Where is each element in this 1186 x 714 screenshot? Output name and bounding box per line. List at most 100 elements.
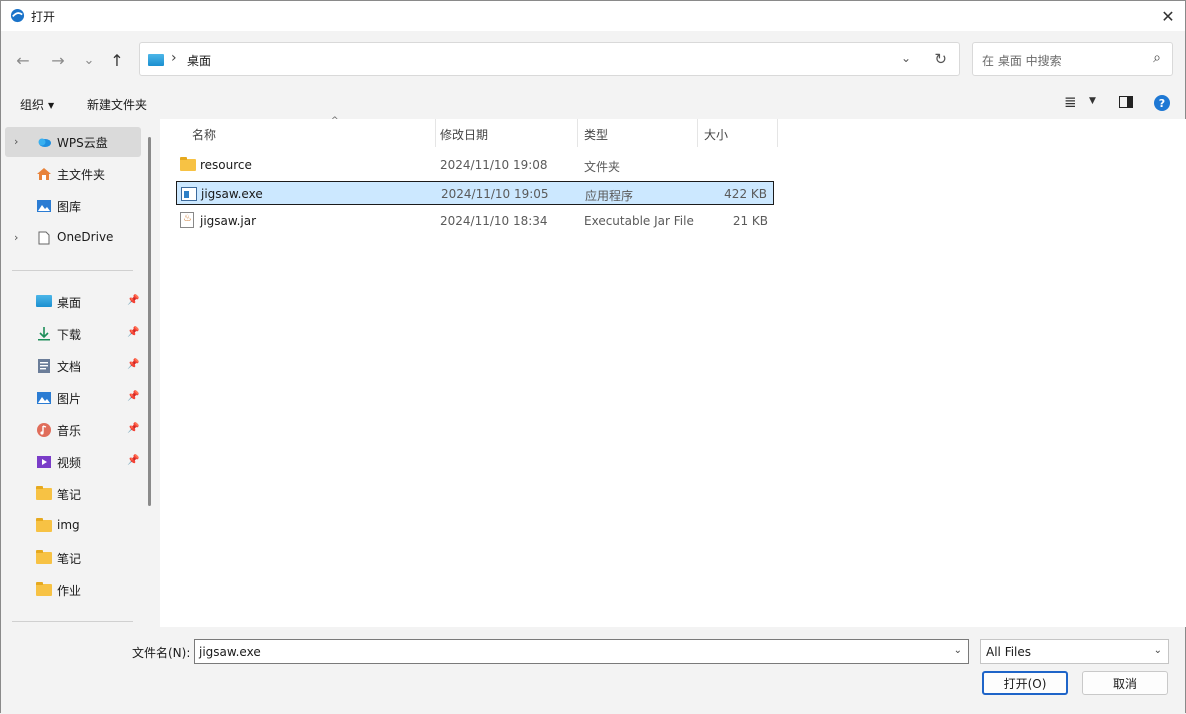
file-list: 名称 ^ 修改日期 类型 大小 resource 2024/11/10 19:0… — [160, 116, 1186, 627]
sidebar-item-label: 桌面 — [57, 296, 82, 310]
sidebar-item-label: 下载 — [57, 328, 82, 342]
gallery-icon — [37, 200, 51, 212]
sidebar-item-documents[interactable]: 文档 📌 — [5, 351, 141, 381]
sidebar-item-home[interactable]: 主文件夹 — [5, 159, 141, 189]
pin-icon: 📌 — [127, 423, 140, 434]
column-header-type[interactable]: 类型 — [578, 119, 698, 147]
column-header-name[interactable]: 名称 ^ — [186, 116, 436, 147]
view-options-icon[interactable]: ≣ — [1064, 93, 1077, 111]
window-title: 打开 — [31, 10, 56, 24]
file-date: 2024/11/10 18:34 — [440, 214, 548, 228]
expand-arrow-icon[interactable]: › — [14, 231, 18, 244]
sidebar-item-label: img — [57, 518, 80, 532]
picture-icon — [37, 392, 51, 404]
chevron-down-icon[interactable]: ⌄ — [954, 645, 962, 656]
search-input[interactable]: 在 桌面 中搜索 ⌕ — [972, 42, 1173, 76]
column-header-size[interactable]: 大小 — [698, 119, 778, 147]
filename-label: 文件名(N): — [132, 646, 191, 660]
sidebar-item-notes[interactable]: 笔记 — [5, 479, 141, 509]
file-name: resource — [200, 158, 252, 172]
sidebar-item-label: WPS云盘 — [57, 136, 108, 150]
file-name: jigsaw.jar — [200, 214, 257, 228]
app-icon — [10, 8, 25, 23]
column-header-date[interactable]: 修改日期 — [434, 119, 578, 147]
sidebar-item-homework[interactable]: 作业 — [5, 575, 141, 605]
onedrive-icon — [38, 231, 50, 245]
search-placeholder: 在 桌面 中搜索 — [982, 54, 1062, 68]
folder-icon — [36, 550, 52, 565]
recent-locations-button[interactable]: ⌄ — [78, 49, 100, 71]
sidebar-item-label: OneDrive — [57, 230, 114, 244]
sidebar-item-pictures[interactable]: 图片 📌 — [5, 383, 141, 413]
file-type-select[interactable]: All Files ⌄ — [980, 639, 1169, 664]
navigation-pane: › WPS云盘 主文件夹 图库 › OneDrive 桌面 📌 下载 📌 文档 … — [1, 119, 149, 627]
column-label: 名称 — [192, 128, 217, 142]
up-arrow-icon: ↑ — [110, 50, 124, 70]
desktop-icon — [148, 54, 164, 66]
help-icon[interactable]: ? — [1154, 95, 1170, 111]
back-button[interactable]: ← — [12, 49, 34, 71]
back-arrow-icon: ← — [16, 50, 30, 70]
address-dropdown-icon[interactable]: ⌄ — [901, 51, 911, 65]
sidebar-item-wps-cloud[interactable]: › WPS云盘 — [5, 127, 141, 157]
organize-label: 组织 — [20, 98, 45, 112]
filename-value[interactable]: jigsaw.exe — [199, 645, 261, 659]
sidebar-item-label: 作业 — [57, 584, 82, 598]
pin-icon: 📌 — [127, 455, 140, 466]
breadcrumb-separator[interactable]: › — [171, 50, 177, 66]
sidebar-scrollbar[interactable] — [148, 137, 151, 506]
sidebar-item-img[interactable]: img — [5, 511, 141, 541]
file-row-jigsaw-exe[interactable]: jigsaw.exe 2024/11/10 19:05 应用程序 422 KB — [176, 181, 774, 205]
pin-icon: 📌 — [127, 391, 140, 402]
column-label: 大小 — [704, 128, 729, 142]
column-label: 类型 — [584, 128, 609, 142]
sidebar-item-desktop[interactable]: 桌面 📌 — [5, 287, 141, 317]
up-button[interactable]: ↑ — [106, 49, 128, 71]
sidebar-item-onedrive[interactable]: › OneDrive — [5, 223, 141, 253]
pin-icon: 📌 — [127, 359, 140, 370]
file-type-value: All Files — [986, 645, 1032, 659]
sidebar-item-label: 笔记 — [57, 552, 82, 566]
folder-icon — [36, 518, 52, 533]
forward-arrow-icon: → — [51, 50, 65, 70]
sidebar-item-videos[interactable]: 视频 📌 — [5, 447, 141, 477]
expand-arrow-icon[interactable]: › — [14, 135, 18, 148]
sidebar-item-label: 图片 — [57, 392, 82, 406]
new-folder-button[interactable]: 新建文件夹 — [87, 96, 147, 113]
organize-button[interactable]: 组织 ▼ — [20, 96, 54, 113]
sidebar-item-downloads[interactable]: 下载 📌 — [5, 319, 141, 349]
cancel-button[interactable]: 取消 — [1082, 671, 1168, 695]
forward-button[interactable]: → — [47, 49, 69, 71]
close-button[interactable]: ✕ — [1151, 1, 1185, 31]
dialog-footer: 文件名(N): jigsaw.exe ⌄ All Files ⌄ 打开(O) 取… — [1, 627, 1185, 714]
open-button[interactable]: 打开(O) — [982, 671, 1068, 695]
filename-input[interactable]: jigsaw.exe ⌄ — [194, 639, 969, 664]
search-icon[interactable]: ⌕ — [1153, 50, 1161, 66]
column-label: 修改日期 — [440, 128, 489, 142]
open-file-dialog: 打开 ✕ ← → ⌄ ↑ › 桌面 ⌄ ↻ 在 桌面 中搜索 ⌕ 组织 ▼ 新建… — [0, 0, 1186, 714]
file-row-resource[interactable]: resource 2024/11/10 19:08 文件夹 — [176, 153, 774, 177]
music-icon — [37, 423, 51, 437]
download-icon — [38, 327, 50, 341]
sidebar-item-label: 图库 — [57, 200, 82, 214]
title-bar: 打开 ✕ — [1, 1, 1185, 31]
sidebar-item-notes-2[interactable]: 笔记 — [5, 543, 141, 573]
file-type: 应用程序 — [585, 189, 634, 203]
sidebar-item-gallery[interactable]: 图库 — [5, 191, 141, 221]
video-icon — [37, 456, 51, 468]
sidebar-item-music[interactable]: 音乐 📌 — [5, 415, 141, 445]
folder-icon — [180, 157, 196, 172]
address-bar[interactable]: › 桌面 ⌄ ↻ — [139, 42, 960, 76]
file-date: 2024/11/10 19:08 — [440, 158, 548, 172]
file-size: 21 KB — [732, 214, 768, 228]
view-caret-icon[interactable]: ▼ — [1089, 96, 1096, 106]
sort-ascending-icon: ^ — [331, 116, 339, 126]
cloud-icon — [38, 138, 51, 147]
chevron-down-icon: ⌄ — [83, 52, 95, 68]
file-row-jigsaw-jar[interactable]: jigsaw.jar 2024/11/10 18:34 Executable J… — [176, 209, 774, 233]
sidebar-divider — [12, 270, 133, 271]
preview-pane-icon[interactable] — [1119, 96, 1133, 108]
breadcrumb-desktop[interactable]: 桌面 — [187, 52, 211, 69]
folder-icon — [36, 486, 52, 501]
refresh-icon[interactable]: ↻ — [934, 50, 947, 68]
